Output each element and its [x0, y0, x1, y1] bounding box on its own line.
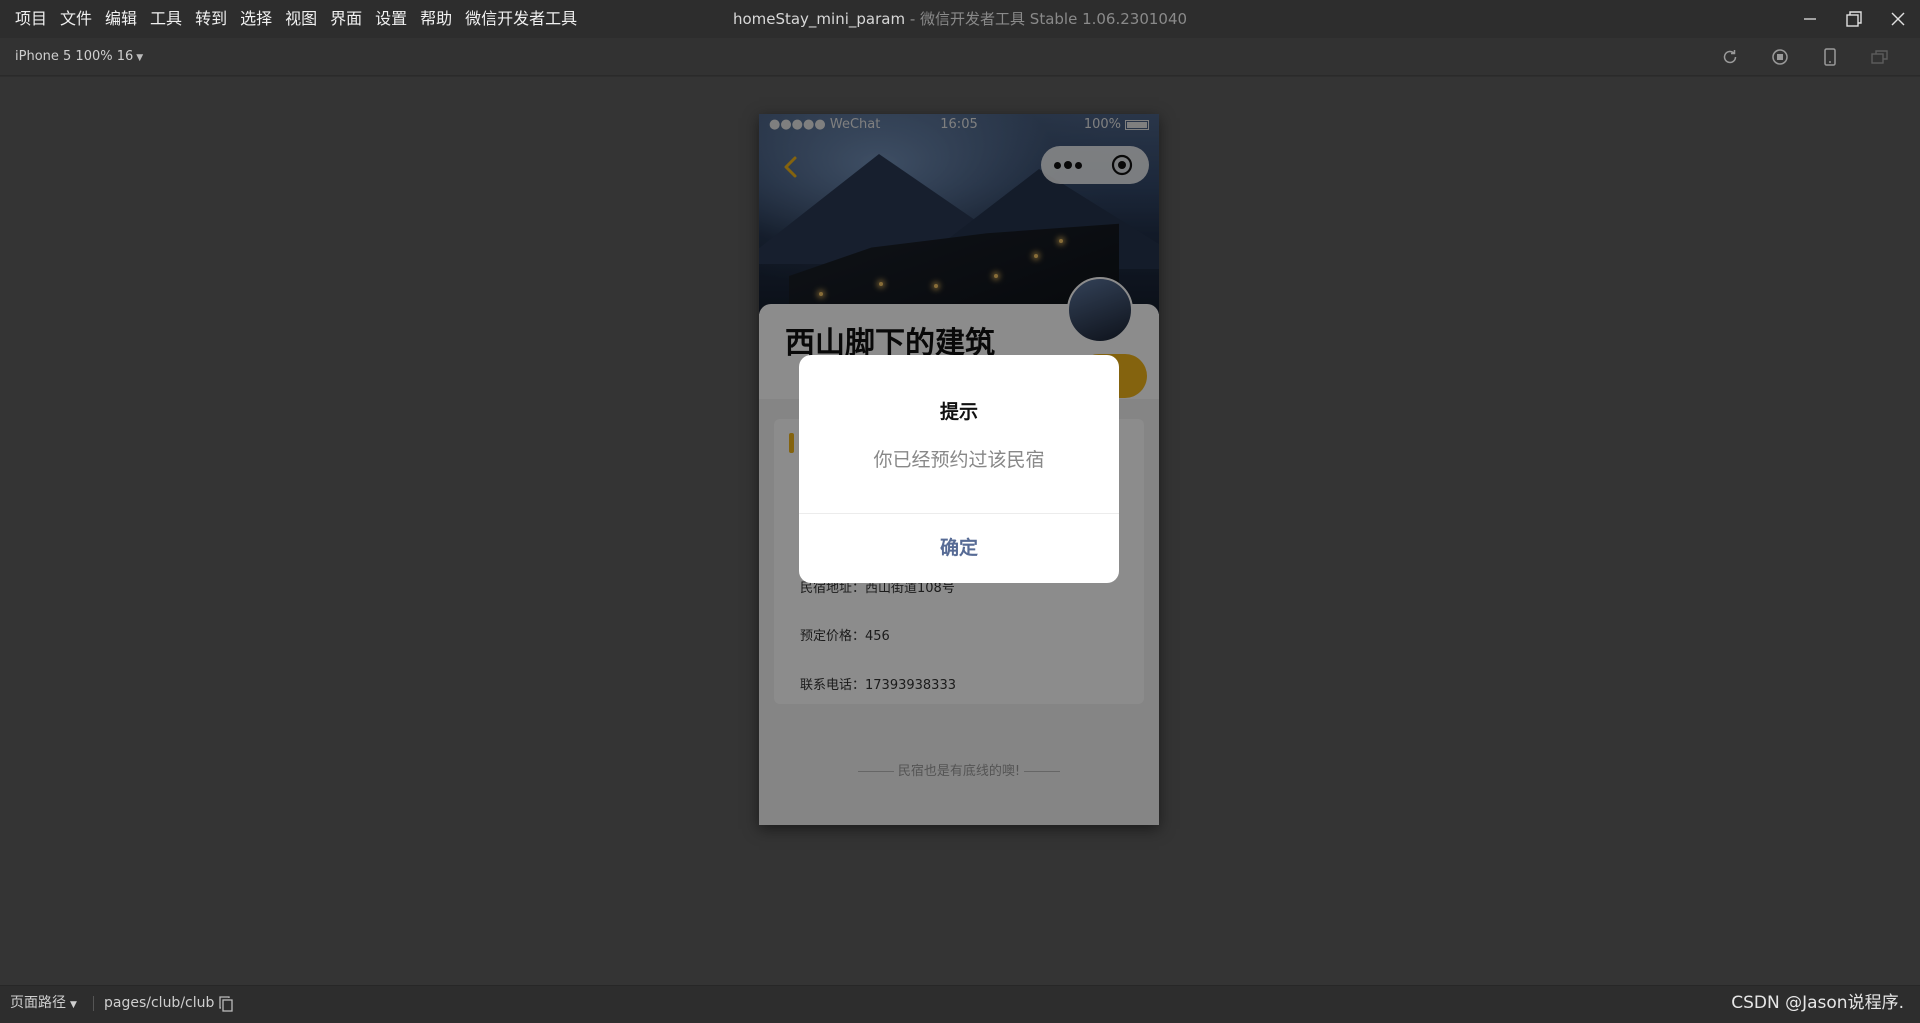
dialog-message: 你已经预约过该民宿: [873, 449, 1045, 471]
page-path-value: pages/club/club: [104, 995, 215, 1011]
copy-icon: [219, 996, 233, 1012]
simulator-toolbar: iPhone 5 100% 16 ▼: [0, 38, 1920, 76]
caret-down-icon: ▼: [136, 53, 144, 63]
device-button[interactable]: [1805, 38, 1855, 76]
dialog-title: 提示: [939, 401, 978, 423]
menu-interface[interactable]: 界面: [330, 0, 362, 38]
project-name: homeStay_mini_param: [732, 10, 906, 28]
menu-help[interactable]: 帮助: [420, 0, 452, 38]
simulator-area: ●●●●● WeChat 16:05 100% 西山脚下的建筑 民宿地址：西山街…: [0, 77, 1920, 985]
phone-simulator[interactable]: ●●●●● WeChat 16:05 100% 西山脚下的建筑 民宿地址：西山街…: [759, 114, 1159, 825]
minimize-button[interactable]: [1788, 0, 1832, 38]
bottom-status-bar: 页面路径 ▼ pages/club/club CSDN @Jason说程序.: [0, 985, 1920, 1020]
page-path-label: 页面路径: [10, 995, 66, 1011]
refresh-button[interactable]: [1705, 38, 1755, 76]
menu-tools[interactable]: 工具: [150, 0, 182, 38]
menu-edit[interactable]: 编辑: [105, 0, 137, 38]
detach-window-button[interactable]: [1855, 38, 1905, 76]
close-icon: [1891, 12, 1905, 26]
menu-file[interactable]: 文件: [60, 0, 92, 38]
menu-view[interactable]: 视图: [285, 0, 317, 38]
record-button[interactable]: [1755, 38, 1805, 76]
dialog-confirm-button[interactable]: 确定: [799, 514, 1119, 583]
menu-goto[interactable]: 转到: [195, 0, 227, 38]
watermark: CSDN @Jason说程序.: [1731, 993, 1904, 1013]
window-controls: [1788, 0, 1920, 38]
page-path-dropdown[interactable]: 页面路径 ▼: [10, 986, 77, 1023]
menu-bar: 项目 文件 编辑 工具 转到 选择 视图 界面 设置 帮助 微信开发者工具: [0, 0, 590, 38]
restore-button[interactable]: [1832, 0, 1876, 38]
menu-select[interactable]: 选择: [240, 0, 272, 38]
refresh-icon: [1723, 50, 1737, 64]
device-select[interactable]: iPhone 5 100% 16 ▼: [15, 38, 143, 77]
toolbar-icons: [1705, 38, 1905, 76]
restore-icon: [1846, 11, 1862, 27]
close-window-button[interactable]: [1876, 0, 1920, 38]
menu-settings[interactable]: 设置: [375, 0, 407, 38]
title-bar: 项目 文件 编辑 工具 转到 选择 视图 界面 设置 帮助 微信开发者工具 ho…: [0, 0, 1920, 38]
minimize-icon: [1804, 18, 1816, 20]
menu-devtools[interactable]: 微信开发者工具: [465, 0, 577, 38]
copy-path-button[interactable]: [218, 996, 234, 1012]
phone-icon: [1824, 48, 1836, 66]
record-icon: [1772, 49, 1788, 65]
menu-project[interactable]: 项目: [15, 0, 47, 38]
app-name: - 微信开发者工具 Stable 1.06.2301040: [905, 10, 1188, 28]
caret-down-icon: ▼: [70, 1000, 77, 1010]
window-stack-icon: [1871, 50, 1888, 64]
modal-dialog: 提示 你已经预约过该民宿 确定: [799, 355, 1119, 583]
divider: [93, 996, 94, 1011]
device-select-label: iPhone 5 100% 16: [15, 49, 134, 64]
